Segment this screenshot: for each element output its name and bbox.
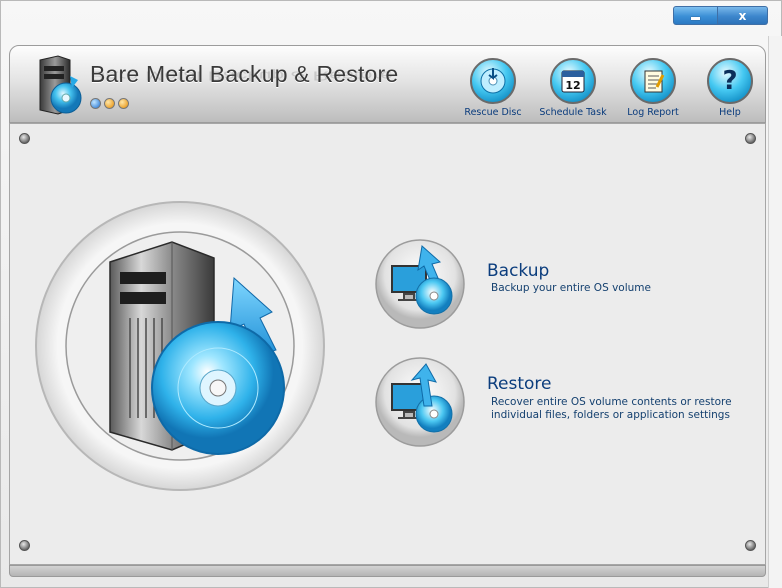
rescue-disc-icon [470, 58, 516, 104]
status-dot-icon [118, 98, 129, 109]
restore-description: Recover entire OS volume contents or res… [491, 396, 732, 422]
help-icon: ? [707, 58, 753, 104]
help-label: Help [719, 107, 741, 118]
screw-icon [19, 540, 30, 551]
close-icon: x [738, 8, 747, 23]
window-edge [768, 36, 782, 588]
backup-link[interactable]: Backup [487, 261, 549, 281]
server-disc-logo-icon [39, 55, 82, 115]
help-button[interactable]: ? Help [690, 58, 770, 118]
screw-icon [745, 133, 756, 144]
calendar-day-text: 12 [565, 79, 580, 92]
log-report-label: Log Report [627, 107, 679, 118]
status-dots [90, 98, 129, 109]
window-controls: x [673, 6, 768, 26]
schedule-task-button[interactable]: 12 Schedule Task [533, 58, 613, 118]
restore-description-line: Recover entire OS volume contents or res… [491, 396, 732, 408]
rescue-disc-label: Rescue Disc [464, 107, 522, 118]
status-bar [9, 565, 766, 577]
rescue-disc-button[interactable]: Rescue Disc [453, 58, 533, 118]
restore-link[interactable]: Restore [487, 374, 552, 394]
server-backup-illustration-icon [35, 201, 325, 491]
screw-icon [19, 133, 30, 144]
help-glyph: ? [722, 66, 738, 96]
status-dot-icon [90, 98, 101, 109]
close-button[interactable]: x [718, 6, 768, 25]
app-title-reflection: Bare Metal Backup & Restore [90, 68, 393, 83]
header-bar: Bare Metal Backup & Restore Bare Metal B… [9, 45, 766, 123]
screw-icon [745, 540, 756, 551]
notepad-icon [630, 58, 676, 104]
status-dot-icon [104, 98, 115, 109]
main-panel: Backup Backup your entire OS volume Rest… [9, 123, 766, 565]
backup-icon[interactable] [374, 238, 466, 330]
minimize-icon [691, 17, 700, 20]
backup-description: Backup your entire OS volume [491, 282, 651, 294]
minimize-button[interactable] [673, 6, 718, 25]
restore-icon[interactable] [374, 356, 466, 448]
log-report-button[interactable]: Log Report [613, 58, 693, 118]
calendar-icon: 12 [550, 58, 596, 104]
schedule-task-label: Schedule Task [539, 107, 607, 118]
restore-description-line: individual files, folders or application… [491, 409, 730, 421]
